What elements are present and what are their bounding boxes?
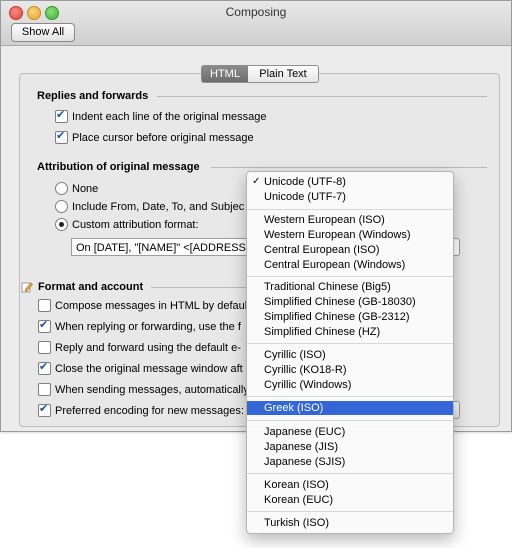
menu-item-turkish-iso[interactable]: Turkish (ISO) <box>247 516 453 530</box>
checkmark-icon: ✓ <box>252 176 261 187</box>
auto-send-checkbox[interactable] <box>38 383 51 396</box>
menu-separator <box>247 276 453 277</box>
menu-item-korean-iso[interactable]: Korean (ISO) <box>247 478 453 492</box>
menu-item-label: Central European (Windows) <box>264 259 406 271</box>
menu-item-hz[interactable]: Simplified Chinese (HZ) <box>247 325 453 339</box>
custom-label: Custom attribution format: <box>72 218 199 231</box>
menu-item-label: Western European (Windows) <box>264 229 411 241</box>
menu-separator <box>247 343 453 344</box>
menu-item-label: Cyrillic (ISO) <box>264 349 326 361</box>
menu-item-utf7[interactable]: Unicode (UTF-7) <box>247 190 453 204</box>
indent-checkbox[interactable] <box>55 108 68 123</box>
indent-label: Indent each line of the original message <box>72 110 267 123</box>
menu-item-greek-iso[interactable]: Greek (ISO) <box>247 401 453 415</box>
default-account-checkbox[interactable] <box>38 341 51 354</box>
include-label: Include From, Date, To, and Subjec <box>72 200 245 213</box>
none-radio[interactable] <box>55 182 68 195</box>
attribution-custom-option[interactable]: Custom attribution format: <box>55 218 199 231</box>
format-option-label: When replying or forwarding, use the f <box>55 320 241 333</box>
cursor-checkbox[interactable] <box>55 129 68 144</box>
encoding-dropdown-menu: ✓ Unicode (UTF-8) Unicode (UTF-7) Wester… <box>246 171 454 534</box>
format-option-label: When sending messages, automatically <box>55 383 249 396</box>
menu-item-japanese-jis[interactable]: Japanese (JIS) <box>247 440 453 454</box>
menu-item-label: Simplified Chinese (GB-18030) <box>264 296 416 308</box>
menu-item-gb18030[interactable]: Simplified Chinese (GB-18030) <box>247 295 453 309</box>
format-option-label: Reply and forward using the default e- <box>55 341 241 354</box>
menu-item-western-iso[interactable]: Western European (ISO) <box>247 213 453 227</box>
none-label: None <box>72 182 99 195</box>
replies-heading: Replies and forwards <box>37 90 149 102</box>
menu-item-label: Unicode (UTF-8) <box>264 176 346 188</box>
format-option-2[interactable]: When replying or forwarding, use the f <box>38 318 241 333</box>
menu-item-western-windows[interactable]: Western European (Windows) <box>247 228 453 242</box>
menu-item-cyrillic-koi8r[interactable]: Cyrillic (KO18-R) <box>247 363 453 377</box>
menu-item-utf8[interactable]: ✓ Unicode (UTF-8) <box>247 175 453 189</box>
menu-item-cyrillic-iso[interactable]: Cyrillic (ISO) <box>247 348 453 362</box>
menu-item-label: Japanese (SJIS) <box>264 456 346 468</box>
menu-item-label: Traditional Chinese (Big5) <box>264 281 391 293</box>
menu-item-label: Japanese (JIS) <box>264 441 338 453</box>
compose-html-checkbox[interactable] <box>38 299 51 312</box>
menu-item-label: Simplified Chinese (HZ) <box>264 326 381 338</box>
attribution-include-option[interactable]: Include From, Date, To, and Subjec <box>55 200 244 213</box>
cursor-label: Place cursor before original message <box>72 131 254 144</box>
menu-item-central-iso[interactable]: Central European (ISO) <box>247 243 453 257</box>
menu-item-label: Western European (ISO) <box>264 214 385 226</box>
menu-separator <box>247 511 453 512</box>
menu-item-label: Cyrillic (KO18-R) <box>264 364 347 376</box>
close-original-checkbox[interactable] <box>38 360 51 375</box>
custom-radio[interactable] <box>55 218 68 231</box>
menu-item-label: Turkish (ISO) <box>264 517 329 529</box>
menu-item-japanese-sjis[interactable]: Japanese (SJIS) <box>247 455 453 469</box>
menu-item-korean-euc[interactable]: Korean (EUC) <box>247 493 453 507</box>
format-option-6[interactable]: Preferred encoding for new messages: <box>38 402 244 417</box>
menu-item-central-windows[interactable]: Central European (Windows) <box>247 258 453 272</box>
format-option-1[interactable]: Compose messages in HTML by defaul <box>38 299 247 312</box>
menu-item-label: Simplified Chinese (GB-2312) <box>264 311 410 323</box>
menu-item-big5[interactable]: Traditional Chinese (Big5) <box>247 280 453 294</box>
menu-item-label: Korean (ISO) <box>264 479 329 491</box>
tab-html[interactable]: HTML <box>201 65 249 83</box>
menu-item-label: Greek (ISO) <box>264 402 324 414</box>
menu-separator <box>247 420 453 421</box>
menu-separator <box>247 396 453 397</box>
reply-format-checkbox[interactable] <box>38 318 51 333</box>
divider <box>151 287 247 288</box>
format-option-label: Close the original message window aft <box>55 362 243 375</box>
include-radio[interactable] <box>55 200 68 213</box>
attribution-none-option[interactable]: None <box>55 182 98 195</box>
show-all-button[interactable]: Show All <box>11 23 75 42</box>
format-option-3[interactable]: Reply and forward using the default e- <box>38 341 241 354</box>
menu-item-label: Korean (EUC) <box>264 494 334 506</box>
format-option-5[interactable]: When sending messages, automatically <box>38 383 249 396</box>
format-option-4[interactable]: Close the original message window aft <box>38 360 243 375</box>
attribution-heading: Attribution of original message <box>37 161 200 173</box>
format-icon <box>21 282 33 293</box>
tab-plain-text[interactable]: Plain Text <box>248 65 319 83</box>
title-bar: Composing Show All <box>1 1 511 46</box>
format-account-heading: Format and account <box>38 281 144 293</box>
format-option-label: Preferred encoding for new messages: <box>55 404 244 417</box>
format-option-label: Compose messages in HTML by defaul <box>55 299 248 312</box>
menu-item-japanese-euc[interactable]: Japanese (EUC) <box>247 425 453 439</box>
divider <box>157 96 487 97</box>
menu-item-label: Unicode (UTF-7) <box>264 191 346 203</box>
window-title: Composing <box>225 5 287 19</box>
menu-separator <box>247 473 453 474</box>
menu-item-label: Central European (ISO) <box>264 244 380 256</box>
menu-item-cyrillic-windows[interactable]: Cyrillic (Windows) <box>247 378 453 392</box>
indent-option[interactable]: Indent each line of the original message <box>55 108 267 123</box>
menu-item-gb2312[interactable]: Simplified Chinese (GB-2312) <box>247 310 453 324</box>
menu-separator <box>247 209 453 210</box>
menu-item-label: Japanese (EUC) <box>264 426 346 438</box>
divider <box>211 167 487 168</box>
preferred-encoding-checkbox[interactable] <box>38 402 51 417</box>
menu-item-label: Cyrillic (Windows) <box>264 379 352 391</box>
cursor-option[interactable]: Place cursor before original message <box>55 129 254 144</box>
